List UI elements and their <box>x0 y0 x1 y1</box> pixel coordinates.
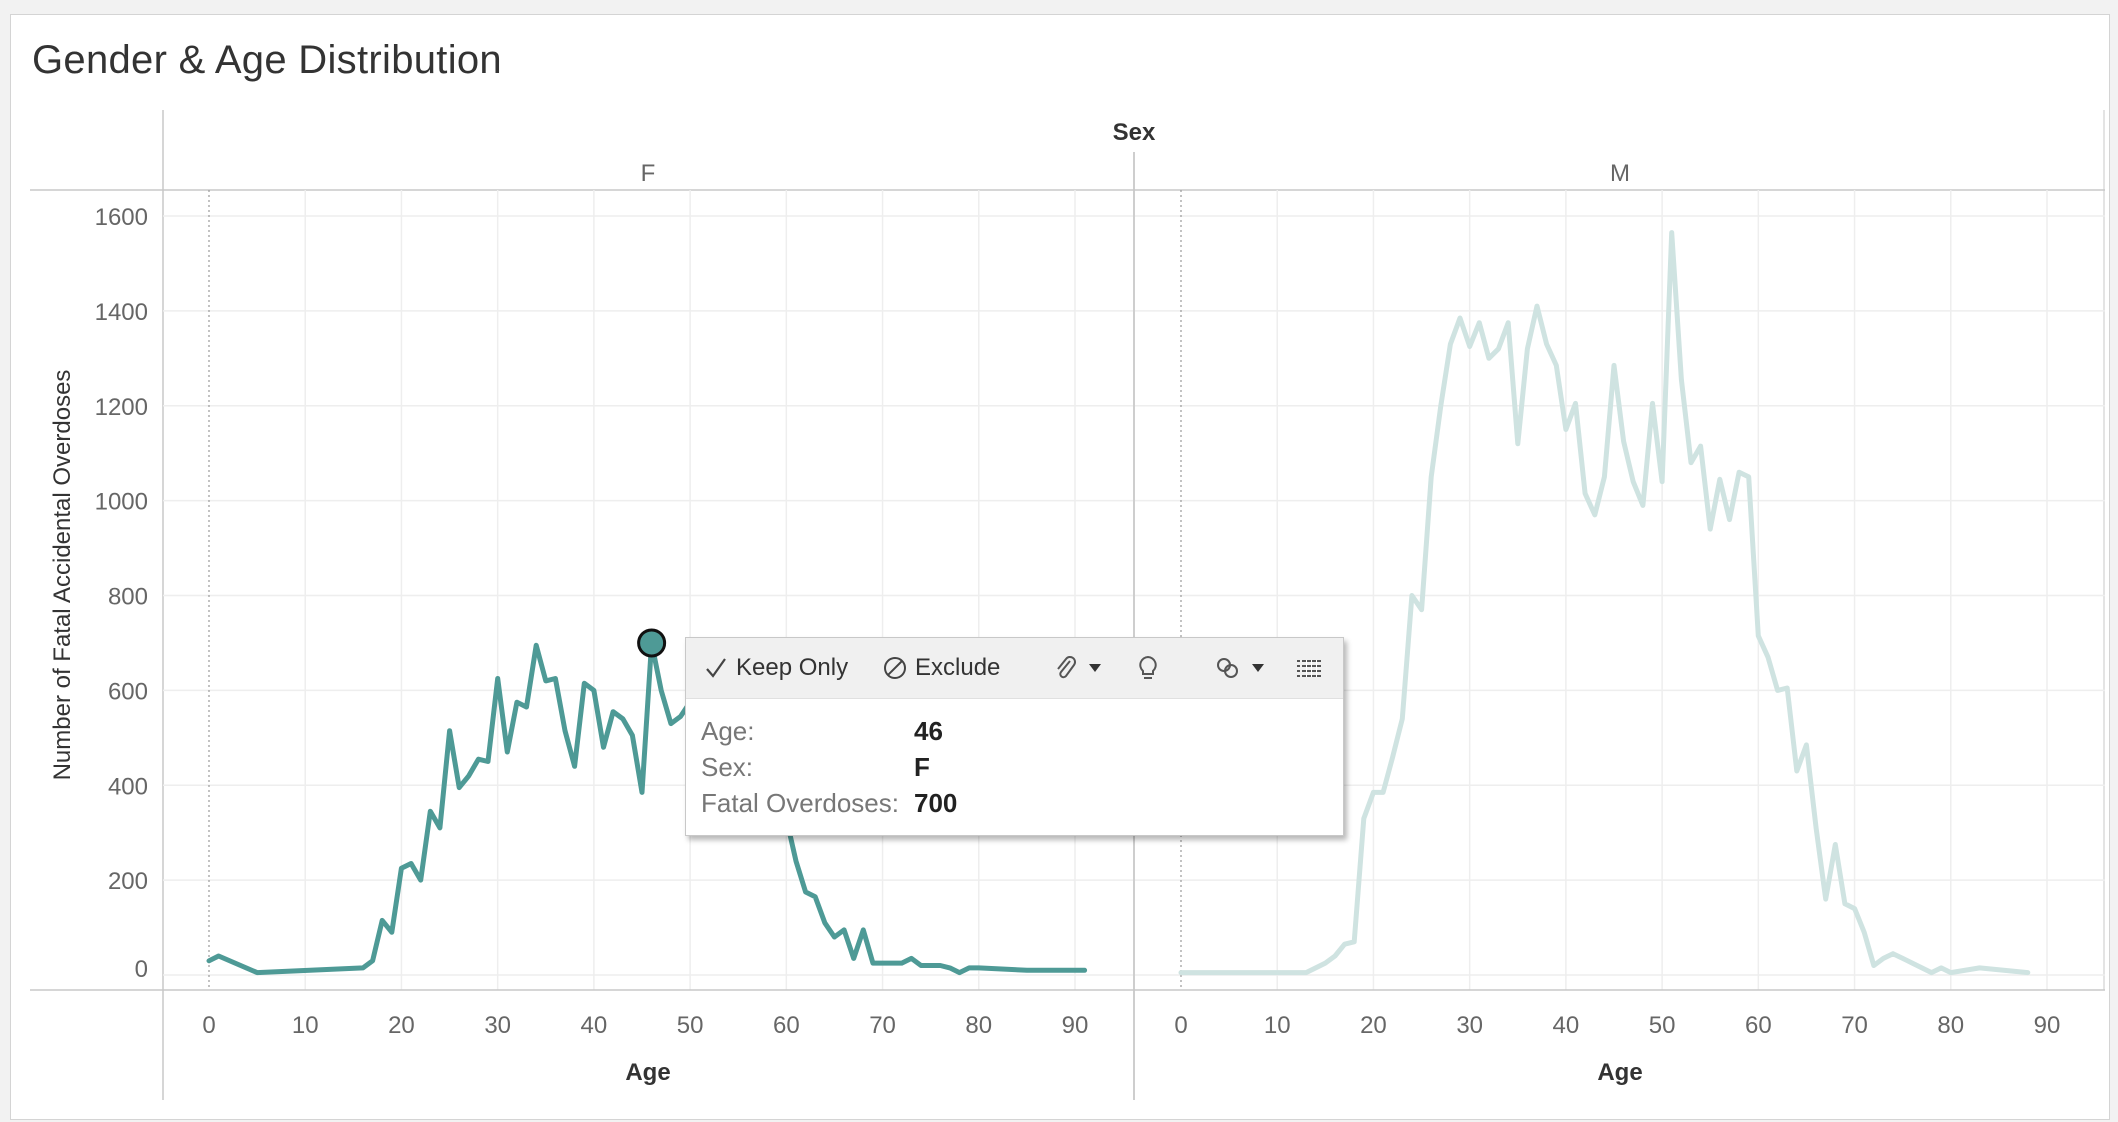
x-tick-label: 20 <box>1360 1012 1387 1039</box>
x-tick-label: 10 <box>1264 1012 1291 1039</box>
x-tick-label: 70 <box>869 1012 896 1039</box>
x-tick-label: 40 <box>581 1012 608 1039</box>
tooltip-label: Age: <box>701 716 755 746</box>
dropdown-caret-icon[interactable] <box>1087 661 1103 675</box>
tooltip-label: Fatal Overdoses: <box>701 788 899 818</box>
x-tick-label: 50 <box>1649 1012 1676 1039</box>
x-tick-label: 60 <box>773 1012 800 1039</box>
y-tick-label: 800 <box>108 584 148 611</box>
x-tick-label: 60 <box>1745 1012 1772 1039</box>
x-tick-label: 70 <box>1841 1012 1868 1039</box>
y-tick-label: 200 <box>108 868 148 895</box>
x-tick-label: 80 <box>1937 1012 1964 1039</box>
panel-header-M: M <box>1610 160 1630 187</box>
tooltip-row-sex: Sex: F <box>701 752 930 783</box>
group-icon <box>1217 658 1238 678</box>
y-tick-label: 400 <box>108 773 148 800</box>
x-tick-label: 80 <box>965 1012 992 1039</box>
x-tick-label: 30 <box>1456 1012 1483 1039</box>
view-data-icon <box>1297 660 1321 677</box>
group-members-button[interactable] <box>1214 638 1274 698</box>
x-tick-label: 50 <box>677 1012 704 1039</box>
keep-only-button[interactable]: Keep Only <box>704 638 848 698</box>
x-tick-label: 0 <box>1174 1012 1187 1039</box>
x-tick-label: 30 <box>484 1012 511 1039</box>
y-axis-title: Number of Fatal Accidental Overdoses <box>49 370 76 781</box>
x-tick-label: 90 <box>1062 1012 1089 1039</box>
x-axis-title: Age <box>625 1059 670 1086</box>
tooltip-row-age: Age: 46 <box>701 716 943 747</box>
y-tick-label: 600 <box>108 678 148 705</box>
explain-data-button[interactable] <box>1135 638 1169 698</box>
selected-data-point[interactable] <box>637 628 667 658</box>
tooltip-row-fatal-overdoses: Fatal Overdoses: 700 <box>701 788 957 819</box>
y-tick-label: 1000 <box>95 489 148 516</box>
column-header-sex: Sex <box>1113 119 1156 146</box>
exclude-icon <box>884 657 906 679</box>
x-tick-label: 10 <box>292 1012 319 1039</box>
check-icon <box>706 658 726 678</box>
tooltip-toolbar: Keep Only Exclude <box>686 638 1343 699</box>
series-line-M[interactable] <box>1178 230 2031 976</box>
panel-header-F: F <box>641 160 656 187</box>
tooltip-value: 700 <box>914 788 958 818</box>
exclude-button[interactable]: Exclude <box>883 638 1000 698</box>
view-data-button[interactable] <box>1295 638 1331 698</box>
exclude-label: Exclude <box>915 654 1001 681</box>
x-tick-label: 90 <box>2034 1012 2061 1039</box>
y-tick-label: 1600 <box>95 204 148 231</box>
x-tick-label: 0 <box>202 1012 215 1039</box>
keep-only-label: Keep Only <box>736 654 849 681</box>
x-tick-label: 40 <box>1553 1012 1580 1039</box>
tooltip: Keep Only Exclude Age: 46 Sex: F Fatal O… <box>685 637 1344 836</box>
y-tick-label: 1200 <box>95 394 148 421</box>
tooltip-value: F <box>914 752 930 782</box>
y-tick-label: 1400 <box>95 299 148 326</box>
y-tick-label: 0 <box>135 956 148 983</box>
annotate-button[interactable] <box>1053 638 1111 698</box>
tooltip-label: Sex: <box>701 752 754 782</box>
paperclip-icon <box>1057 656 1076 679</box>
tooltip-value: 46 <box>914 716 943 746</box>
lightbulb-icon <box>1139 655 1157 679</box>
line-chart[interactable]: Sex02004006008001000120014001600Number o… <box>0 0 2118 1122</box>
dashboard-frame: Gender & Age Distribution Sex 0 200 400 600 8… <box>0 0 2118 1122</box>
x-tick-label: 20 <box>388 1012 415 1039</box>
x-axis-title: Age <box>1597 1059 1642 1086</box>
dropdown-caret-icon[interactable] <box>1250 661 1266 675</box>
